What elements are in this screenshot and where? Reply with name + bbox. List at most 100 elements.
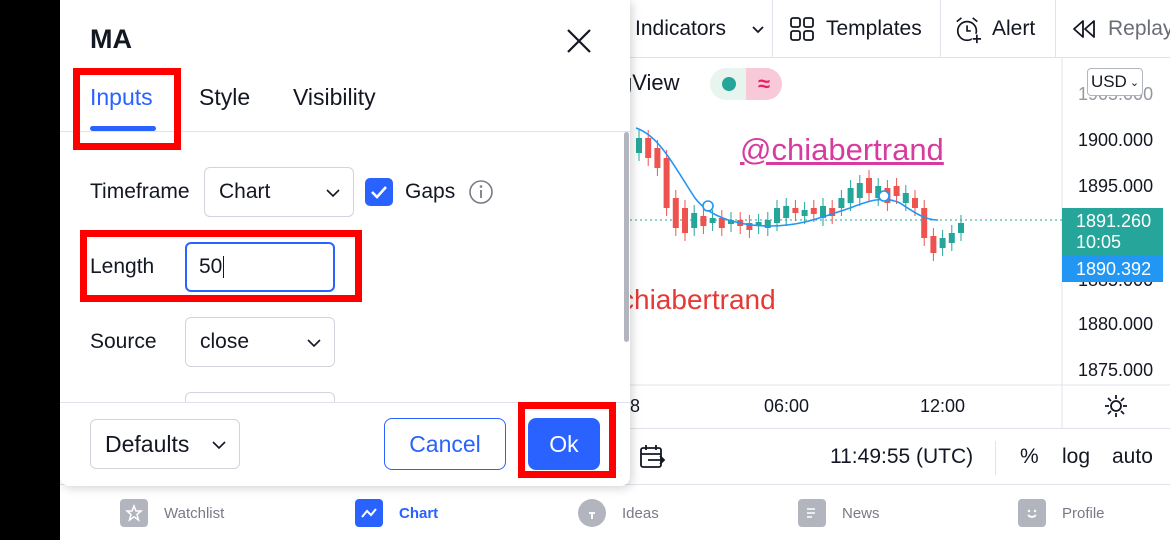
currency-label: USD xyxy=(1090,72,1127,91)
candle-body xyxy=(902,193,909,203)
indicators-button[interactable]: Indicators xyxy=(635,0,726,57)
ma-value-tag: 1890.392 xyxy=(1062,256,1163,282)
alarm-clock-plus-icon xyxy=(954,15,982,44)
candle-body xyxy=(774,208,780,223)
settings-gear-icon[interactable] xyxy=(1103,393,1129,419)
time-axis-label: 12:00 xyxy=(920,396,966,416)
lightbulb-icon xyxy=(578,499,606,527)
currency-chevron-icon: ⌄ xyxy=(1129,76,1140,89)
time-axis-label: 8 xyxy=(630,396,641,416)
indicators-label: Indicators xyxy=(635,16,727,40)
tab-style[interactable]: Style xyxy=(199,84,250,111)
defaults-dropdown[interactable]: Defaults xyxy=(90,419,240,469)
replay-button[interactable]: Replay xyxy=(1070,0,1170,57)
nav-ideas[interactable]: Ideas xyxy=(578,498,659,528)
utc-clock[interactable]: 11:49:55 (UTC) xyxy=(830,445,973,469)
nav-news[interactable]: News xyxy=(798,498,880,528)
star-icon xyxy=(120,499,148,527)
candle-body xyxy=(847,188,854,203)
templates-label: Templates xyxy=(826,16,922,40)
ma-settings-dialog: MA Inputs Style Visibility Timeframe Cha… xyxy=(60,0,630,486)
candle-body xyxy=(948,233,955,243)
candle-body xyxy=(691,213,698,228)
price-axis-label: 1875.000 xyxy=(1078,360,1154,380)
footer-divider xyxy=(60,402,630,403)
source-value: close xyxy=(200,330,250,353)
length-input[interactable]: 50 xyxy=(185,242,335,292)
screen: Indicators Templates Alert Replay gView … xyxy=(0,0,1170,540)
timeframe-select[interactable]: Chart xyxy=(204,167,354,217)
candle-body xyxy=(654,148,661,168)
checkmark-icon xyxy=(371,186,387,199)
candle-body xyxy=(792,208,799,213)
price-axis-label: 1895.000 xyxy=(1078,176,1154,196)
bottom-navigation: Watchlist Chart Ideas News Profile xyxy=(60,486,1170,540)
market-open-dot-icon xyxy=(722,77,736,91)
templates-button[interactable]: Templates xyxy=(788,0,922,57)
nav-chart-label: Chart xyxy=(399,504,439,522)
candle-body xyxy=(645,138,652,158)
dialog-tabs: Inputs Style Visibility xyxy=(60,62,630,132)
nav-chart[interactable]: Chart xyxy=(355,498,438,528)
text-caret xyxy=(223,256,225,278)
watermark-handle-bottom: chiabertrand xyxy=(620,284,776,315)
source-select[interactable]: close xyxy=(185,317,335,367)
indicators-chevron-icon[interactable] xyxy=(750,0,766,57)
chart-line-icon xyxy=(355,499,383,527)
candle-body xyxy=(663,158,670,208)
ma-line-anchor-left[interactable] xyxy=(702,200,714,212)
candle-body xyxy=(709,218,716,223)
tab-visibility[interactable]: Visibility xyxy=(293,84,376,111)
dialog-scrollbar[interactable] xyxy=(624,132,629,342)
source-label: Source xyxy=(90,330,157,353)
defaults-label: Defaults xyxy=(105,430,190,457)
candle-body xyxy=(810,208,817,214)
candle-body xyxy=(893,186,900,196)
cancel-button[interactable]: Cancel xyxy=(384,418,506,470)
candle-body xyxy=(856,183,863,198)
active-tab-indicator xyxy=(90,126,156,131)
toolbar-divider xyxy=(940,0,941,57)
candle-body xyxy=(930,236,937,253)
auto-scale-toggle[interactable]: auto xyxy=(1112,445,1153,469)
candle-body xyxy=(700,216,707,226)
alert-button[interactable]: Alert xyxy=(954,0,1035,57)
candle-body xyxy=(958,223,964,233)
log-scale-toggle[interactable]: log xyxy=(1062,445,1090,469)
candle-body xyxy=(718,218,725,228)
info-icon[interactable] xyxy=(468,179,494,205)
gaps-checkbox[interactable] xyxy=(365,178,393,206)
candle-body xyxy=(866,178,872,193)
ma-line-anchor-right[interactable] xyxy=(878,190,890,202)
ok-button[interactable]: Ok xyxy=(528,418,600,470)
smiley-icon xyxy=(1018,499,1046,527)
gaps-label: Gaps xyxy=(405,180,456,203)
nav-watchlist[interactable]: Watchlist xyxy=(120,498,224,528)
timeframe-value: Chart xyxy=(219,180,271,203)
candle-body xyxy=(939,238,946,248)
price-axis-label: 1880.000 xyxy=(1078,314,1154,334)
candle-body xyxy=(672,198,679,228)
chevron-down-icon xyxy=(326,189,340,198)
rewind-icon xyxy=(1070,15,1098,43)
candle-body xyxy=(682,208,688,233)
time-axis-label: 06:00 xyxy=(764,396,810,416)
candle-body xyxy=(838,198,845,208)
replay-label: Replay xyxy=(1108,16,1170,40)
timeframe-label: Timeframe xyxy=(90,180,190,203)
length-value: 50 xyxy=(199,255,223,278)
approximate-icon: ≈ xyxy=(746,68,782,100)
percent-scale-toggle[interactable]: % xyxy=(1020,445,1039,469)
nav-profile[interactable]: Profile xyxy=(1018,498,1105,528)
currency-selector[interactable]: USD ⌄ xyxy=(1087,68,1143,96)
tab-inputs[interactable]: Inputs xyxy=(90,84,153,111)
candle-body xyxy=(912,198,918,208)
goto-date-icon[interactable] xyxy=(638,443,666,471)
candle-body xyxy=(764,220,771,228)
candle-body xyxy=(783,206,790,218)
nav-ideas-label: Ideas xyxy=(622,504,659,522)
close-icon[interactable] xyxy=(560,22,598,60)
left-black-margin xyxy=(0,0,60,540)
bottom-divider xyxy=(995,441,996,475)
nav-profile-label: Profile xyxy=(1062,504,1105,522)
